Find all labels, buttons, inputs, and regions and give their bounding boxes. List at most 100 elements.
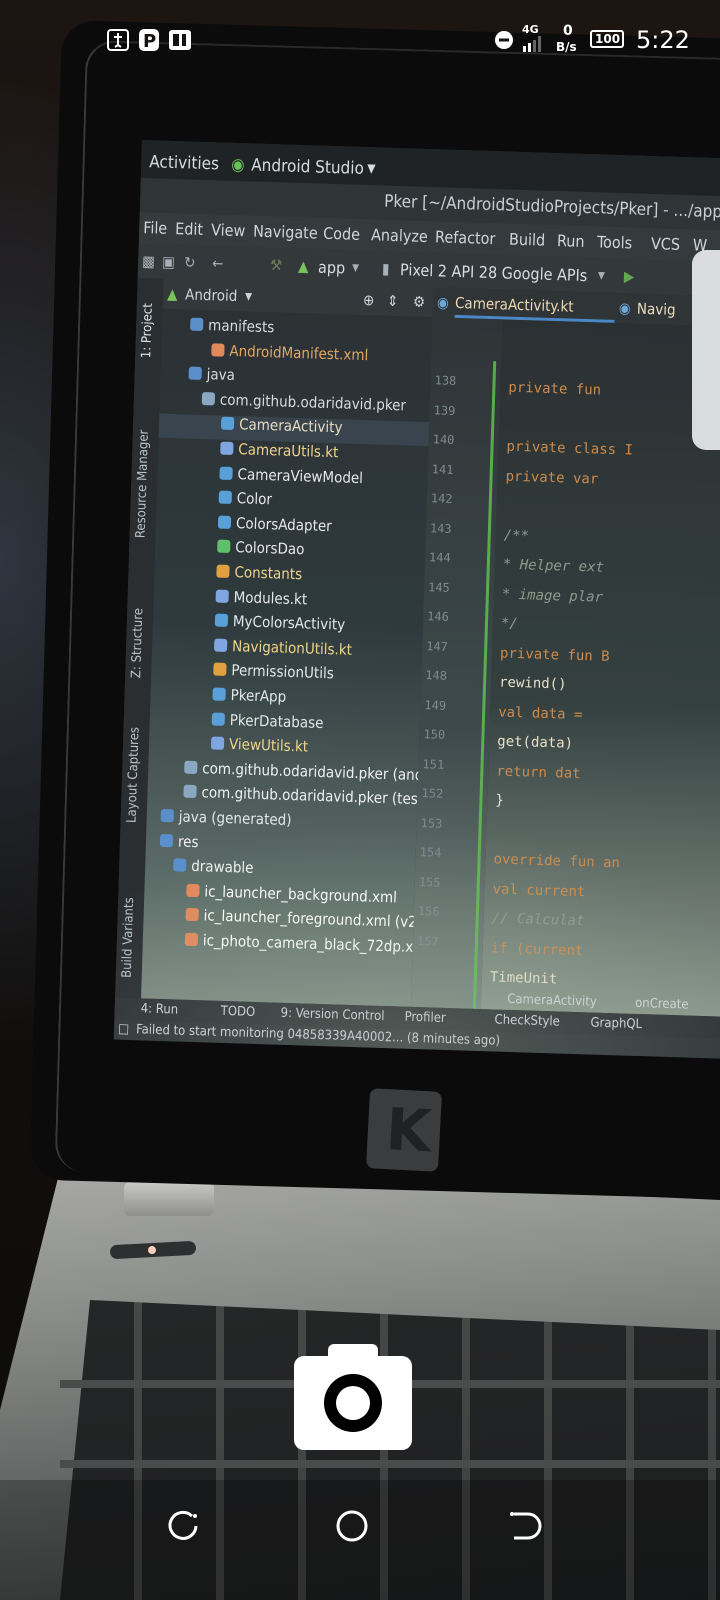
android-status-bar: P 4G 0 B/s 100 5:22: [0, 0, 720, 80]
kotlin-icon: [210, 736, 225, 751]
run-config-select[interactable]: app: [318, 258, 346, 278]
tab-structure[interactable]: Z: Structure: [129, 608, 146, 678]
tool-window-3[interactable]: Profiler: [404, 1010, 446, 1026]
tree-item[interactable]: ColorsDao: [217, 538, 305, 559]
tree-item-label: PermissionUtils: [231, 661, 335, 683]
tree-item[interactable]: PermissionUtils: [213, 661, 334, 683]
tree-item[interactable]: NavigationUtils.kt: [213, 636, 352, 659]
edge-panel-handle[interactable]: [692, 250, 720, 450]
tree-item[interactable]: CameraViewModel: [219, 464, 363, 487]
xml-icon: [186, 883, 200, 897]
xml-icon: [211, 342, 225, 357]
tab-navigation[interactable]: Navig: [637, 300, 676, 319]
tree-item[interactable]: CameraUtils.kt: [220, 440, 339, 461]
home-icon[interactable]: [330, 1504, 374, 1548]
gear-icon[interactable]: ⚙: [413, 293, 426, 311]
menu-item-1[interactable]: Edit: [175, 219, 203, 239]
menu-item-6[interactable]: Refactor: [435, 227, 496, 248]
tree-item-label: drawable: [190, 857, 254, 878]
code-line: TimeUnit: [489, 969, 558, 988]
menu-item-4[interactable]: Code: [323, 224, 360, 244]
camera-shutter-button[interactable]: [294, 1344, 412, 1450]
run-icon[interactable]: ▶: [624, 267, 635, 285]
tree-item-label: manifests: [207, 316, 275, 337]
breadcrumb-method[interactable]: onCreate: [635, 996, 689, 1013]
line-number: 149: [424, 697, 447, 713]
tool-window-2[interactable]: 9: Version Control: [280, 1006, 384, 1024]
folder-icon: [159, 833, 174, 847]
tree-item[interactable]: CameraActivity: [220, 415, 343, 437]
xml-icon: [185, 908, 199, 922]
project-view-select[interactable]: Android: [185, 285, 238, 305]
object-icon: [216, 564, 230, 578]
usb-icon: [107, 29, 129, 51]
tree-item-label: com.github.odaridavid.pker (test): [201, 783, 429, 809]
tree-item[interactable]: Color: [218, 489, 272, 508]
class-icon: [217, 515, 232, 529]
collapse-icon[interactable]: ⇕: [387, 292, 399, 310]
line-number: 151: [422, 756, 445, 772]
code-line: private fun: [508, 379, 602, 399]
line-number: 138: [434, 373, 457, 388]
tab-camera-activity[interactable]: CameraActivity.kt: [455, 294, 574, 316]
menu-item-9[interactable]: Tools: [597, 232, 633, 252]
kotlin-file-icon: ◉: [436, 293, 450, 312]
recent-apps-icon[interactable]: [162, 1504, 206, 1548]
tree-item[interactable]: ViewUtils.kt: [210, 735, 309, 756]
tree-item[interactable]: com.github.odaridavid.pker (test): [183, 783, 429, 809]
menu-item-2[interactable]: View: [211, 220, 246, 240]
line-number: 152: [421, 786, 444, 801]
tree-item-label: ic_launcher_background.xml: [204, 882, 398, 907]
kotlin-icon: [215, 589, 229, 603]
menu-item-5[interactable]: Analyze: [371, 225, 428, 246]
tab-project[interactable]: 1: Project: [139, 303, 156, 359]
tree-item[interactable]: com.github.odaridavid.pker: [201, 390, 406, 414]
line-number: 153: [420, 815, 443, 831]
code-line: val current: [492, 880, 586, 900]
breadcrumb-class[interactable]: CameraActivity: [507, 992, 597, 1010]
tree-item[interactable]: Constants: [216, 563, 302, 583]
back-icon[interactable]: [500, 1504, 544, 1548]
tree-item[interactable]: res: [159, 832, 199, 851]
tab-layout-captures[interactable]: Layout Captures: [125, 727, 143, 823]
class-icon: [212, 687, 226, 701]
tab-resource-manager[interactable]: Resource Manager: [133, 429, 151, 538]
code-editor[interactable]: private fun private class I private var /…: [480, 319, 720, 1020]
tree-item-label: java (generated): [178, 807, 292, 830]
tree-item[interactable]: drawable: [173, 857, 254, 878]
sync-icon: ↻: [183, 253, 196, 272]
class-icon: [219, 466, 233, 480]
menu-item-7[interactable]: Build: [509, 230, 546, 250]
tree-item[interactable]: ic_photo_camera_black_72dp.xm: [184, 931, 427, 957]
tree-item[interactable]: java (generated): [160, 807, 292, 830]
tree-item[interactable]: com.github.odaridavid.pker (andro: [184, 758, 437, 784]
object-icon: [213, 662, 227, 677]
tree-item[interactable]: PkerApp: [212, 685, 287, 706]
tree-item[interactable]: ic_launcher_background.xml: [186, 882, 398, 907]
tree-item[interactable]: Modules.kt: [215, 587, 307, 608]
tree-item[interactable]: manifests: [190, 316, 275, 337]
tree-item[interactable]: MyColorsActivity: [214, 612, 345, 634]
tree-item[interactable]: AndroidManifest.xml: [211, 341, 369, 364]
tree-item[interactable]: PkerDatabase: [211, 710, 324, 732]
target-icon[interactable]: ⊕: [363, 291, 375, 309]
tree-item-label: ViewUtils.kt: [228, 735, 309, 756]
device-select[interactable]: Pixel 2 API 28 Google APIs: [400, 260, 588, 285]
menu-item-0[interactable]: File: [143, 218, 168, 238]
tab-build-variants[interactable]: Build Variants: [120, 897, 138, 978]
tool-window-4[interactable]: CheckStyle: [494, 1013, 560, 1030]
menu-item-10[interactable]: VCS: [651, 234, 681, 254]
tree-item-label: ic_photo_camera_black_72dp.xm: [202, 931, 427, 957]
tree-item[interactable]: ic_launcher_foreground.xml (v24: [185, 906, 426, 932]
menu-item-3[interactable]: Navigate: [253, 222, 318, 243]
menu-item-8[interactable]: Run: [557, 231, 585, 251]
tree-item[interactable]: ColorsAdapter: [217, 513, 332, 535]
tool-window-5[interactable]: GraphQL: [590, 1016, 642, 1033]
tool-window-0[interactable]: 4: Run: [140, 1001, 178, 1017]
project-tree: manifests AndroidManifest.xml java com.gith…: [141, 308, 437, 1007]
dnd-icon: [495, 31, 513, 49]
laptop-screen: Activities ◉ Android Studio ▼ Pker [~/An…: [113, 140, 720, 1062]
code-line: // Calculat: [491, 910, 585, 930]
tool-window-1[interactable]: TODO: [220, 1004, 255, 1020]
tree-item[interactable]: java: [188, 365, 235, 384]
